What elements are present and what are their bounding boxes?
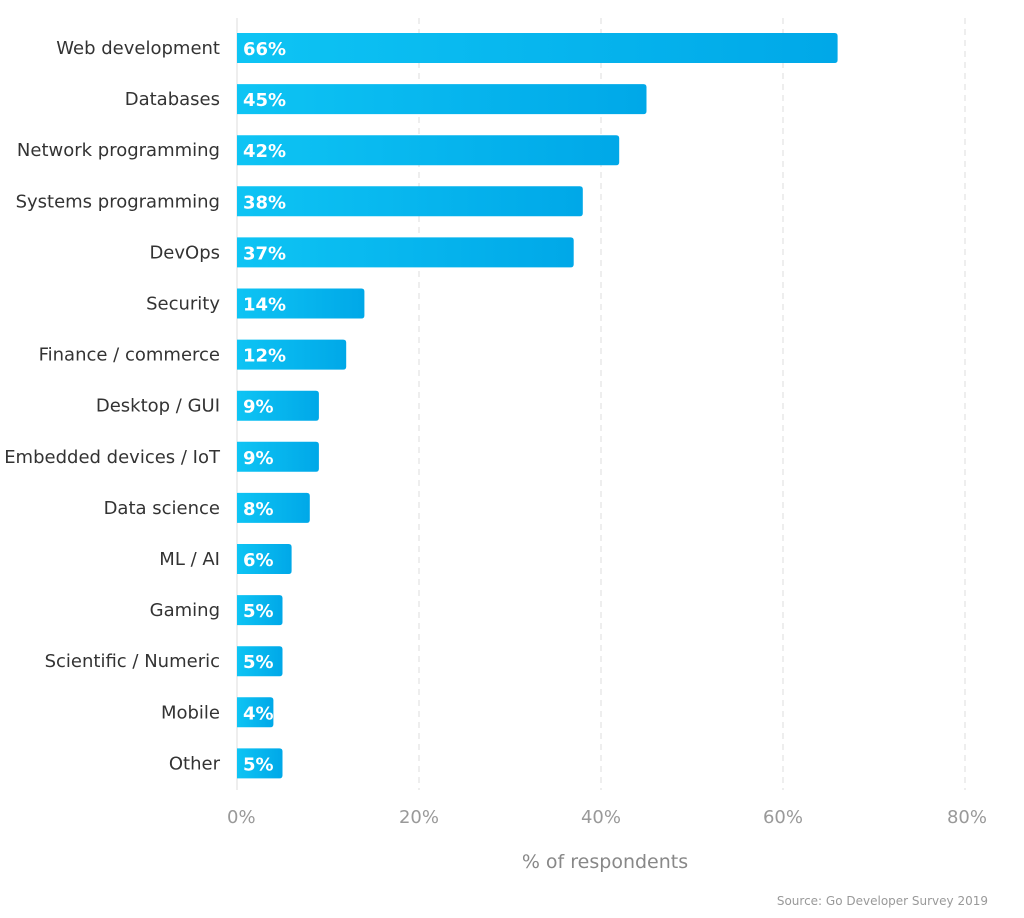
x-axis-title: % of respondents — [522, 851, 688, 873]
value-label: 12% — [243, 346, 286, 367]
category-label: Other — [169, 753, 221, 774]
bars: Web development 66% Databases 45% Network pr… — [4, 33, 838, 779]
bar — [237, 135, 620, 166]
value-label: 6% — [243, 550, 274, 571]
value-label: 42% — [243, 141, 286, 162]
value-label: 5% — [243, 601, 274, 622]
value-label: 37% — [243, 243, 286, 264]
value-label: 9% — [243, 448, 274, 469]
category-label: Network programming — [17, 140, 220, 161]
category-label: DevOps — [149, 242, 220, 263]
category-label: Scientific / Numeric — [45, 651, 220, 672]
category-label: ML / AI — [159, 549, 220, 570]
value-label: 8% — [243, 499, 274, 520]
category-label: Finance / commerce — [39, 345, 220, 366]
category-label: Security — [146, 294, 220, 315]
value-label: 38% — [243, 192, 286, 213]
x-tick-label: 60% — [763, 807, 803, 828]
bar — [237, 186, 583, 217]
bar-chart: Web development 66% Databases 45% Network pr… — [4, 18, 988, 908]
gridlines — [236, 18, 966, 790]
x-tick-label: 0% — [227, 807, 256, 828]
category-label: Embedded devices / IoT — [4, 447, 221, 468]
category-label: Gaming — [150, 600, 220, 621]
category-label: Systems programming — [16, 191, 220, 212]
x-tick-label: 20% — [399, 807, 439, 828]
category-label: Mobile — [161, 702, 220, 723]
bar — [237, 84, 647, 115]
value-label: 5% — [243, 754, 274, 775]
value-label: 5% — [243, 652, 274, 673]
category-label: Desktop / GUI — [96, 396, 220, 417]
x-tick-label: 80% — [947, 807, 987, 828]
value-label: 14% — [243, 295, 286, 316]
category-label: Databases — [125, 89, 220, 110]
x-axis-ticks: 0% 20% 40% 60% 80% — [227, 807, 987, 828]
value-label: 45% — [243, 90, 286, 111]
category-label: Web development — [56, 38, 220, 59]
value-label: 9% — [243, 397, 274, 418]
bar — [237, 237, 574, 268]
source-note: Source: Go Developer Survey 2019 — [777, 894, 988, 908]
x-tick-label: 40% — [581, 807, 621, 828]
value-label: 66% — [243, 39, 286, 60]
category-label: Data science — [104, 498, 220, 519]
value-label: 4% — [243, 703, 274, 724]
bar — [237, 33, 838, 63]
